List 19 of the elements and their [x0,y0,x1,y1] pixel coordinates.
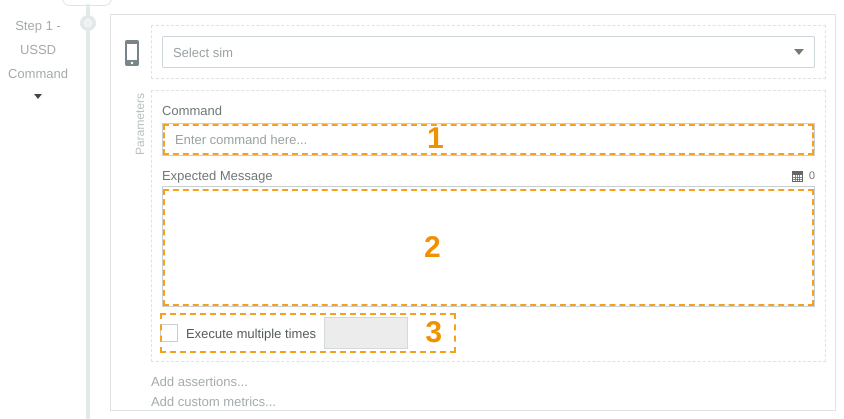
calculator-icon [792,170,803,182]
annotation-number: 3 [425,317,442,349]
caret-icon[interactable] [34,94,42,99]
sim-select[interactable]: Select sim [162,36,815,68]
step-label: Step 1 - USSD Command [8,17,68,83]
phone-icon [125,40,139,66]
dropdown-icon [794,49,804,55]
character-count: 0 [808,170,815,182]
add-link[interactable]: Add custom metrics... [151,393,276,410]
annotation-number: 2 [424,232,441,264]
step-dot [80,15,96,31]
add-link[interactable]: Add assertions... [151,373,248,390]
annotation-number: 1 [427,123,444,155]
checkbox-label: Execute multiple times [186,326,316,340]
section-label: Parameters [133,92,147,158]
checkbox[interactable] [160,324,178,342]
field-label: Command [162,103,223,119]
repeat-count-field[interactable] [324,317,408,349]
field-label: Expected Message [162,168,274,184]
